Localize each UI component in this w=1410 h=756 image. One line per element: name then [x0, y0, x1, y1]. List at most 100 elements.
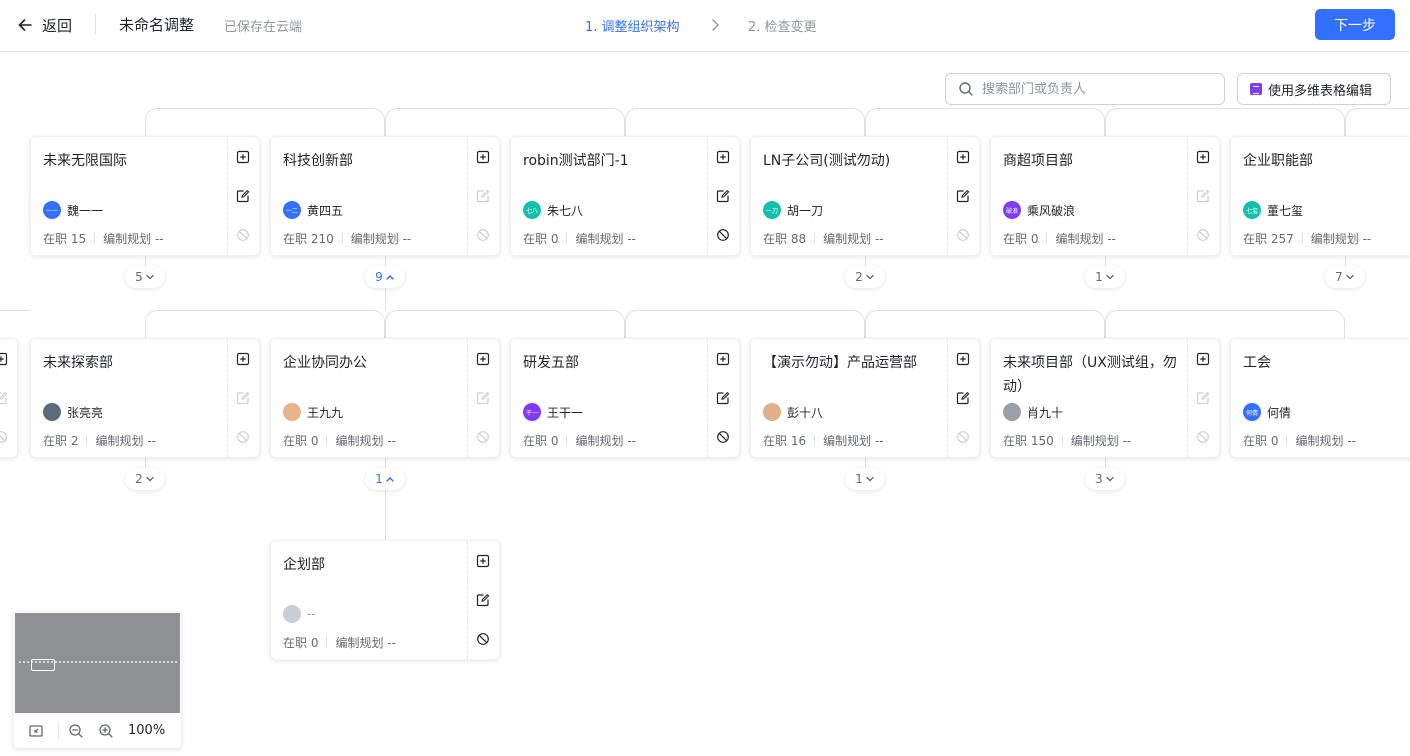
- org-node-card[interactable]: 企划部 -- 在职 0 编制规划 --: [270, 540, 500, 660]
- add-child-button[interactable]: [956, 351, 972, 367]
- edit-node-button[interactable]: [956, 390, 972, 406]
- edit-node-button[interactable]: [476, 188, 492, 204]
- disable-node-button[interactable]: [956, 429, 972, 445]
- add-child-button[interactable]: [716, 351, 732, 367]
- edit-node-button[interactable]: [236, 188, 252, 204]
- add-child-button[interactable]: [0, 351, 10, 367]
- edit-icon: [476, 593, 490, 607]
- department-name: 未来探索部: [43, 355, 113, 371]
- disable-node-button[interactable]: [476, 631, 492, 647]
- owner-name: 彭十八: [787, 405, 824, 420]
- edit-node-button[interactable]: [716, 188, 732, 204]
- quota-label: 编制规划: [103, 232, 152, 246]
- add-child-button[interactable]: [1196, 149, 1212, 165]
- org-node-card[interactable]: LN子公司(测试勿动) 一刀 胡一刀 在职 88 编制规划 --: [750, 136, 980, 256]
- add-child-button[interactable]: [956, 149, 972, 165]
- zoom-out-icon[interactable]: [68, 723, 84, 739]
- org-node-card[interactable]: 【演示勿动】产品运营部 彭十八 在职 16 编制规划 --: [750, 338, 980, 458]
- add-child-button[interactable]: [716, 149, 732, 165]
- add-child-button[interactable]: [476, 351, 492, 367]
- org-node-card[interactable]: 商超项目部 破浪 乘风破浪 在职 0 编制规划 --: [990, 136, 1220, 256]
- edit-node-button[interactable]: [476, 390, 492, 406]
- next-step-button[interactable]: 下一步: [1315, 9, 1395, 40]
- edit-node-button[interactable]: [0, 390, 10, 406]
- disable-node-button[interactable]: [476, 227, 492, 243]
- org-node-card-partial[interactable]: [0, 338, 18, 458]
- edit-node-button[interactable]: [476, 592, 492, 608]
- edit-icon: [1196, 189, 1210, 203]
- disable-node-button[interactable]: [956, 227, 972, 243]
- org-node-card[interactable]: 科技创新部 一二 黄四五 在职 210 编制规划 --: [270, 136, 500, 256]
- quota-value: --: [387, 635, 396, 650]
- owner-name: 乘风破浪: [1027, 203, 1076, 218]
- org-node-card[interactable]: 研发五部 干一 王干一 在职 0 编制规划 --: [510, 338, 740, 458]
- department-name: 研发五部: [523, 355, 579, 371]
- add-child-button[interactable]: [236, 149, 252, 165]
- search-box[interactable]: [945, 73, 1225, 105]
- add-child-button[interactable]: [236, 351, 252, 367]
- owner-name: 朱七八: [547, 203, 584, 218]
- expand-children-button[interactable]: 1: [1085, 266, 1125, 288]
- headcount-value: 0: [1030, 231, 1039, 246]
- org-node-card[interactable]: 工会 何倩 何倩 在职 0 编制规划 --: [1230, 338, 1410, 458]
- disable-node-button[interactable]: [236, 429, 252, 445]
- step-review-changes[interactable]: 2. 检查变更: [748, 16, 817, 35]
- expand-children-button[interactable]: 1: [845, 468, 885, 490]
- expand-children-button[interactable]: 7: [1325, 266, 1365, 288]
- edit-node-button[interactable]: [1196, 390, 1212, 406]
- disable-node-button[interactable]: [0, 429, 10, 445]
- add-child-button[interactable]: [1196, 351, 1212, 367]
- disable-node-button[interactable]: [1196, 227, 1212, 243]
- node-actions: [1187, 339, 1219, 457]
- disable-node-button[interactable]: [476, 429, 492, 445]
- minimap-visible-frame[interactable]: [31, 659, 55, 671]
- avatar: [763, 403, 781, 421]
- edit-node-button[interactable]: [236, 390, 252, 406]
- back-button[interactable]: 返回: [16, 12, 72, 38]
- org-node-card[interactable]: 企业协同办公 王九九 在职 0 编制规划 --: [270, 338, 500, 458]
- search-input[interactable]: [982, 81, 1202, 97]
- expand-children-button[interactable]: 9: [365, 266, 405, 288]
- expand-children-button[interactable]: 3: [1085, 468, 1125, 490]
- minimap-viewport[interactable]: [15, 613, 180, 713]
- node-actions: [707, 137, 739, 255]
- stats-divider: [326, 435, 328, 446]
- multi-table-edit-button[interactable]: 使用多维表格编辑: [1237, 73, 1391, 105]
- expand-children-button[interactable]: 5: [125, 266, 165, 288]
- avatar: [43, 403, 61, 421]
- add-child-button[interactable]: [476, 553, 492, 569]
- disable-node-button[interactable]: [716, 227, 732, 243]
- minimap[interactable]: 100%: [14, 612, 181, 748]
- page-title[interactable]: 未命名调整: [119, 14, 194, 35]
- disable-node-button[interactable]: [1196, 429, 1212, 445]
- org-node-card[interactable]: robin测试部门-1 七八 朱七八 在职 0 编制规划 --: [510, 136, 740, 256]
- quota-value: --: [874, 231, 884, 246]
- step-adjust-structure[interactable]: 1. 调整组织架构: [585, 16, 680, 35]
- avatar: 何倩: [1243, 403, 1261, 421]
- ban-icon: [237, 431, 249, 443]
- node-actions: [1187, 137, 1219, 255]
- org-node-card[interactable]: 未来探索部 张亮亮 在职 2 编制规划 --: [30, 338, 260, 458]
- chevron-down-icon: [1346, 274, 1354, 280]
- disable-node-button[interactable]: [716, 429, 732, 445]
- org-node-card[interactable]: 未来项目部（UX测试组，勿动） 肖九十 在职 150 编制规划 --: [990, 338, 1220, 458]
- headcount-label: 在职: [523, 232, 548, 246]
- edit-node-button[interactable]: [956, 188, 972, 204]
- add-child-button[interactable]: [476, 149, 492, 165]
- zoom-in-icon[interactable]: [98, 723, 114, 739]
- org-node-card[interactable]: 企业职能部 七玺 董七玺 在职 257 编制规划 --: [1230, 136, 1410, 256]
- fit-screen-icon[interactable]: [28, 723, 44, 739]
- disable-node-button[interactable]: [236, 227, 252, 243]
- edit-icon: [716, 391, 730, 405]
- edit-node-button[interactable]: [1196, 188, 1212, 204]
- edit-node-button[interactable]: [716, 390, 732, 406]
- department-owner: 彭十八: [763, 403, 823, 421]
- org-node-card[interactable]: 未来无限国际 一一 魏一一 在职 15 编制规划 --: [30, 136, 260, 256]
- children-count: 2: [135, 472, 143, 486]
- department-stats: 在职 0 编制规划 --: [283, 634, 396, 651]
- expand-children-button[interactable]: 1: [365, 468, 405, 490]
- department-name: LN子公司(测试勿动): [763, 153, 891, 169]
- chevron-up-icon: [386, 477, 394, 482]
- expand-children-button[interactable]: 2: [125, 468, 165, 490]
- expand-children-button[interactable]: 2: [845, 266, 885, 288]
